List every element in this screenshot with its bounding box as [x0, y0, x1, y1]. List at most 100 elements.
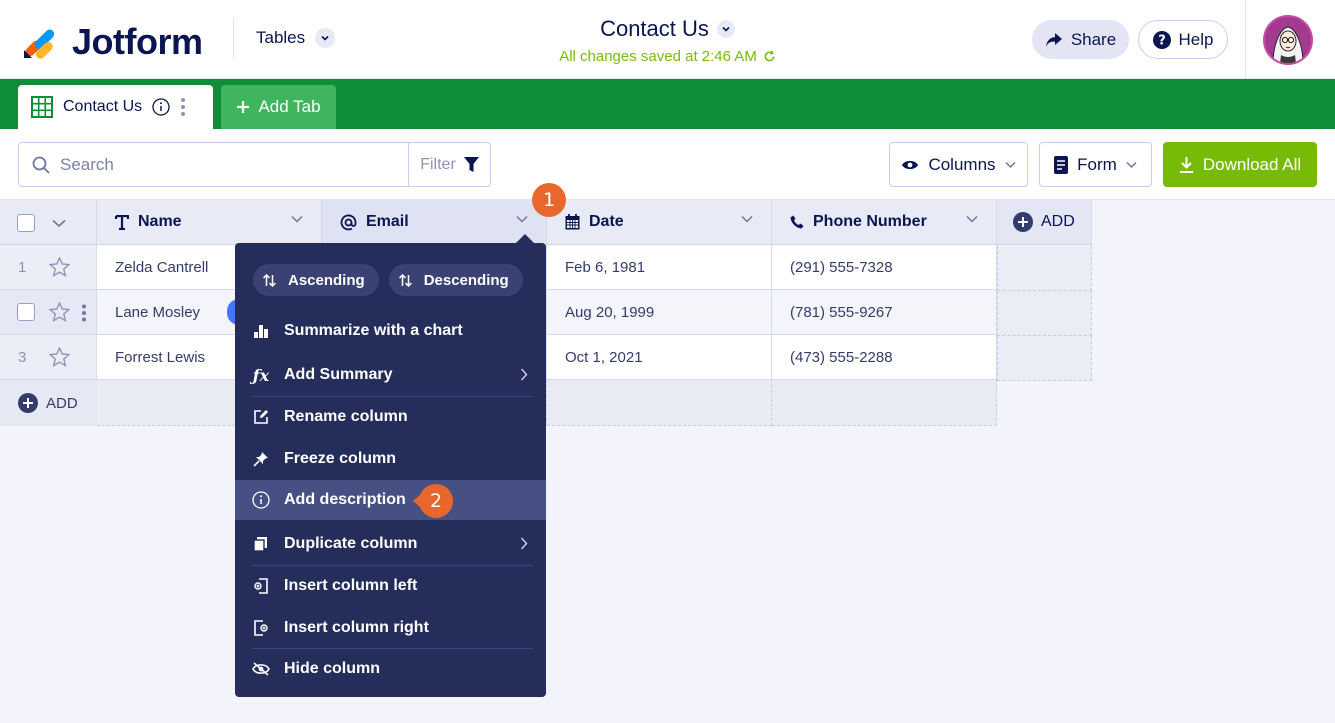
row-number: 1	[18, 258, 27, 276]
tab-contact-us[interactable]: Contact Us	[18, 85, 213, 129]
share-label: Share	[1070, 29, 1117, 49]
ascending-label: Ascending	[288, 271, 365, 289]
jotform-logo[interactable]: Jotform	[22, 21, 203, 63]
row-number: 3	[18, 348, 27, 366]
table-cell-date[interactable]: Aug 20, 1999	[547, 290, 772, 335]
chevron-right-icon	[520, 537, 528, 550]
help-label: Help	[1178, 29, 1214, 49]
cell-text: Feb 6, 1981	[565, 258, 646, 276]
menu-item-label: Insert column right	[284, 619, 429, 636]
table-cell-phone[interactable]: (781) 555-9267	[772, 290, 997, 335]
more-vertical-icon[interactable]	[180, 97, 186, 117]
cell-text: Oct 1, 2021	[565, 348, 643, 366]
filter-icon	[463, 156, 479, 172]
sort-ascending-button[interactable]: Ascending	[253, 264, 379, 296]
column-label: Name	[138, 213, 182, 230]
table-cell-phone[interactable]: (473) 555-2288	[772, 335, 997, 380]
add-column-label: ADD	[1041, 213, 1075, 230]
user-avatar[interactable]	[1263, 15, 1313, 65]
plus-icon	[237, 101, 250, 113]
more-vertical-icon[interactable]	[81, 304, 87, 322]
document-title[interactable]: Contact Us	[600, 16, 735, 42]
form-button[interactable]: Form	[1039, 142, 1152, 187]
select-all-header	[0, 200, 97, 245]
star-icon[interactable]	[49, 257, 70, 277]
info-icon	[252, 491, 270, 509]
empty-cell	[997, 246, 1092, 291]
column-header-name[interactable]: Name	[97, 200, 322, 245]
table-cell-phone[interactable]: (291) 555-7328	[772, 245, 997, 290]
cell-text: (781) 555-9267	[790, 303, 893, 321]
menu-item-rename-column[interactable]: Rename column	[235, 397, 546, 437]
menu-item-add-summary[interactable]: ƒx Add Summary	[235, 355, 546, 395]
help-icon: ?	[1152, 30, 1171, 49]
menu-item-label: Hide column	[284, 660, 381, 677]
menu-item-insert-column-right[interactable]: Insert column right	[235, 608, 546, 648]
select-all-checkbox[interactable]	[17, 214, 35, 232]
download-all-button[interactable]: Download All	[1163, 142, 1317, 187]
star-icon[interactable]	[49, 347, 70, 367]
tab-bar: Contact Us Add Tab	[0, 79, 1335, 129]
add-row-button[interactable]: ADD	[0, 380, 97, 426]
refresh-icon	[764, 50, 775, 62]
column-header-phone[interactable]: Phone Number	[772, 200, 997, 245]
column-header-date[interactable]: Date	[547, 200, 772, 245]
menu-item-duplicate-column[interactable]: Duplicate column	[235, 524, 546, 564]
app-header: Jotform Tables Contact Us All changes sa…	[0, 0, 1335, 79]
insert-right-icon	[252, 619, 270, 637]
table-cell-date[interactable]: Feb 6, 1981	[547, 245, 772, 290]
cell-text: Lane Mosley	[115, 303, 201, 321]
tables-dropdown[interactable]: Tables	[256, 28, 336, 48]
menu-item-label: Add description	[284, 491, 406, 508]
menu-item-add-description[interactable]: Add description	[235, 480, 546, 520]
text-icon	[115, 214, 129, 230]
menu-item-summarize-chart[interactable]: Summarize with a chart	[235, 311, 546, 351]
chevron-down-icon[interactable]	[516, 215, 528, 223]
header-divider	[233, 18, 234, 60]
avatar-illustration	[1265, 17, 1311, 63]
chevron-down-icon[interactable]	[52, 219, 66, 228]
filter-button[interactable]: Filter	[408, 142, 491, 187]
add-row-area	[772, 380, 997, 426]
sort-options: Ascending Descending	[253, 264, 523, 296]
sort-icon	[398, 273, 412, 287]
chevron-down-icon	[1126, 161, 1137, 168]
header-divider	[1245, 0, 1246, 79]
add-tab-button[interactable]: Add Tab	[221, 85, 336, 129]
search-input[interactable]: Search	[18, 142, 409, 187]
menu-item-hide-column[interactable]: Hide column	[235, 649, 546, 689]
menu-item-insert-column-left[interactable]: Insert column left	[235, 566, 546, 606]
table-cell-date[interactable]: Oct 1, 2021	[547, 335, 772, 380]
row-header: 3	[0, 335, 97, 380]
column-label: Date	[589, 213, 624, 230]
add-tab-label: Add Tab	[258, 97, 321, 116]
help-button[interactable]: ? Help	[1138, 20, 1228, 59]
table-toolbar: Search Filter Columns Form Download All	[0, 129, 1335, 200]
columns-button[interactable]: Columns	[889, 142, 1028, 187]
chevron-down-icon[interactable]	[966, 215, 978, 223]
chevron-down-icon	[1005, 161, 1016, 168]
chevron-down-icon[interactable]	[291, 215, 303, 223]
empty-cell	[997, 291, 1092, 336]
jotform-logo-icon	[24, 29, 55, 59]
column-header-email[interactable]: Email	[322, 200, 547, 245]
add-column-button[interactable]: ADD	[997, 200, 1092, 245]
row-select-checkbox[interactable]	[17, 303, 35, 321]
star-icon[interactable]	[49, 302, 70, 322]
columns-label: Columns	[928, 154, 996, 174]
step-badge-2: 2	[419, 484, 453, 518]
share-icon	[1045, 32, 1062, 47]
chevron-down-icon[interactable]	[741, 215, 753, 223]
add-row-area	[547, 380, 772, 426]
plus-circle-icon	[18, 393, 38, 413]
menu-item-freeze-column[interactable]: Freeze column	[235, 439, 546, 479]
sort-descending-button[interactable]: Descending	[388, 264, 523, 296]
at-icon	[340, 214, 357, 230]
add-row-label: ADD	[46, 394, 78, 412]
info-icon[interactable]	[152, 98, 170, 116]
cell-text: Aug 20, 1999	[565, 303, 655, 321]
cell-text: Forrest Lewis	[115, 348, 206, 366]
svg-text:?: ?	[1158, 33, 1166, 48]
share-button[interactable]: Share	[1032, 20, 1129, 59]
table-icon	[31, 96, 53, 118]
